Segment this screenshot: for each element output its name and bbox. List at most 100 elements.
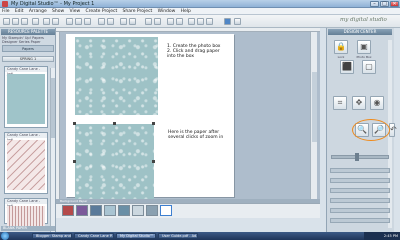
- stamp-icon[interactable]: ⬛: [340, 60, 354, 74]
- design-option-row[interactable]: [330, 198, 390, 203]
- menu-edit[interactable]: Edit: [13, 8, 26, 15]
- undo-icon[interactable]: [43, 18, 50, 25]
- eye-icon[interactable]: ◉: [370, 96, 384, 110]
- app-logo: my digital studio: [340, 17, 387, 23]
- help-icon[interactable]: [234, 18, 241, 25]
- photo-box-paper[interactable]: [75, 37, 158, 115]
- resource-icon[interactable]: [188, 18, 195, 25]
- design-option-row[interactable]: [330, 168, 390, 173]
- menu-share-project[interactable]: Share Project: [121, 8, 155, 15]
- page-thumbnail[interactable]: [132, 205, 144, 216]
- zoom-slider-handle[interactable]: [355, 153, 360, 161]
- copy-icon[interactable]: [75, 18, 82, 25]
- design-option-row[interactable]: [330, 218, 390, 223]
- shape-icon[interactable]: [107, 18, 114, 25]
- layer-icon[interactable]: [129, 18, 136, 25]
- zoom-slider-track[interactable]: [331, 155, 389, 159]
- paper-thumbnail[interactable]: Candy Cane Lane - Jadi...: [4, 132, 48, 194]
- print-preview-icon[interactable]: [176, 18, 183, 25]
- print-icon[interactable]: [32, 18, 39, 25]
- move-icon[interactable]: ✥: [352, 96, 366, 110]
- align-icon[interactable]: [120, 18, 127, 25]
- page-thumbnail[interactable]: [104, 205, 116, 216]
- new-project-icon[interactable]: [3, 18, 10, 25]
- crop-icon[interactable]: ⌗: [333, 96, 347, 110]
- thumbnail-swatch: [7, 74, 45, 124]
- menu-view[interactable]: View: [67, 8, 82, 15]
- left-ruler: [56, 32, 60, 199]
- design-icon[interactable]: [197, 18, 204, 25]
- selection-handle[interactable]: [152, 122, 155, 125]
- paste-icon[interactable]: [84, 18, 91, 25]
- scrollbar-thumb[interactable]: [312, 72, 317, 142]
- design-option-row[interactable]: [330, 188, 390, 193]
- page-thumbnail[interactable]: [62, 205, 74, 216]
- thumbnail-swatch: [7, 206, 45, 226]
- minimize-button[interactable]: –: [370, 1, 379, 7]
- cut-icon[interactable]: [66, 18, 73, 25]
- zoom-highlight-ring: [352, 119, 390, 141]
- grid-icon[interactable]: [154, 18, 161, 25]
- design-option-row[interactable]: [330, 178, 390, 183]
- menu-window[interactable]: Window: [156, 8, 178, 15]
- zoom-fit-icon[interactable]: [145, 18, 152, 25]
- page-icon[interactable]: [206, 18, 213, 25]
- page-thumbnail[interactable]: [146, 205, 158, 216]
- frame-icon[interactable]: ▢: [362, 60, 376, 74]
- design-center-title: DESIGN CENTER: [328, 29, 392, 35]
- resource-pager[interactable]: SPRING 1: [2, 56, 54, 62]
- start-button[interactable]: [1, 232, 9, 240]
- taskbar-item-active[interactable]: My Digital Studio™ ...: [116, 233, 156, 239]
- taskbar: Blogger: Stamp and... Candy Cane Lane P.…: [0, 232, 400, 240]
- paper-thumbnail[interactable]: Candy Cane Lane - Jadi...: [4, 66, 48, 128]
- resource-scrollbar[interactable]: [50, 68, 55, 238]
- save-icon[interactable]: [21, 18, 28, 25]
- paper-thumbnail[interactable]: Candy Cane Lane - Jadi...: [4, 198, 48, 226]
- maximize-button[interactable]: □: [380, 1, 389, 7]
- photo-box-paper-zoomed[interactable]: [75, 124, 154, 199]
- resource-tab-label: Papers: [22, 47, 34, 51]
- selection-handle[interactable]: [73, 122, 76, 125]
- workspace-scrollbar[interactable]: [310, 32, 317, 199]
- page-thumbnail-selected[interactable]: [160, 205, 172, 216]
- view-toggle-icon[interactable]: [224, 18, 231, 25]
- redo-icon[interactable]: [52, 18, 59, 25]
- selection-handle[interactable]: [152, 160, 155, 163]
- system-tray-clock: 2:45 PM: [364, 232, 400, 240]
- scrollbar-thumb[interactable]: [51, 78, 55, 138]
- instruction-note: 1. Create the photo box 2. Click and dra…: [167, 44, 221, 59]
- zoom-note: Here is the paper after several clicks o…: [168, 130, 224, 140]
- share-icon[interactable]: [167, 18, 174, 25]
- menu-show[interactable]: Show: [50, 8, 66, 15]
- resource-subcategory: Designer Series Paper: [2, 40, 41, 44]
- thumbnail-swatch: [7, 140, 45, 190]
- taskbar-item[interactable]: Candy Cane Lane P...: [74, 233, 114, 239]
- lock-icon[interactable]: 🔒: [334, 40, 348, 54]
- text-icon[interactable]: [98, 18, 105, 25]
- page-thumbnail[interactable]: [76, 205, 88, 216]
- menu-create-project[interactable]: Create Project: [83, 8, 119, 15]
- thumbnail-label: Candy Cane Lane - Jadi...: [5, 67, 47, 76]
- menu-bar: File Edit Arrange Show View Create Proje…: [0, 8, 400, 15]
- window-title: My Digital Studio™ - My Project 1: [11, 1, 95, 7]
- taskbar-item[interactable]: User Guide.pdf - Ad...: [158, 233, 198, 239]
- image-icon[interactable]: ▣: [357, 40, 371, 54]
- design-option-row[interactable]: [330, 208, 390, 213]
- open-icon[interactable]: [12, 18, 19, 25]
- taskbar-item[interactable]: Blogger: Stamp and...: [32, 233, 72, 239]
- app-icon: [2, 1, 8, 7]
- selection-handle[interactable]: [73, 160, 76, 163]
- selection-handle[interactable]: [113, 122, 116, 125]
- menu-arrange[interactable]: Arrange: [27, 8, 49, 15]
- page-thumbnail[interactable]: [118, 205, 130, 216]
- resource-pager-label: SPRING 1: [19, 57, 37, 61]
- close-button[interactable]: ✕: [390, 1, 399, 7]
- menu-file[interactable]: File: [0, 8, 12, 15]
- resource-palette: RESOURCE PALETTE My Stampin' Up! Papers …: [0, 28, 56, 238]
- page-thumbnail[interactable]: [90, 205, 102, 216]
- resource-palette-title: RESOURCE PALETTE: [1, 29, 55, 35]
- toolbar: my digital studio: [0, 15, 400, 28]
- resource-tab[interactable]: Papers: [2, 45, 54, 52]
- thumbnail-label: Candy Cane Lane - Jadi...: [5, 133, 47, 142]
- menu-help[interactable]: Help: [179, 8, 193, 15]
